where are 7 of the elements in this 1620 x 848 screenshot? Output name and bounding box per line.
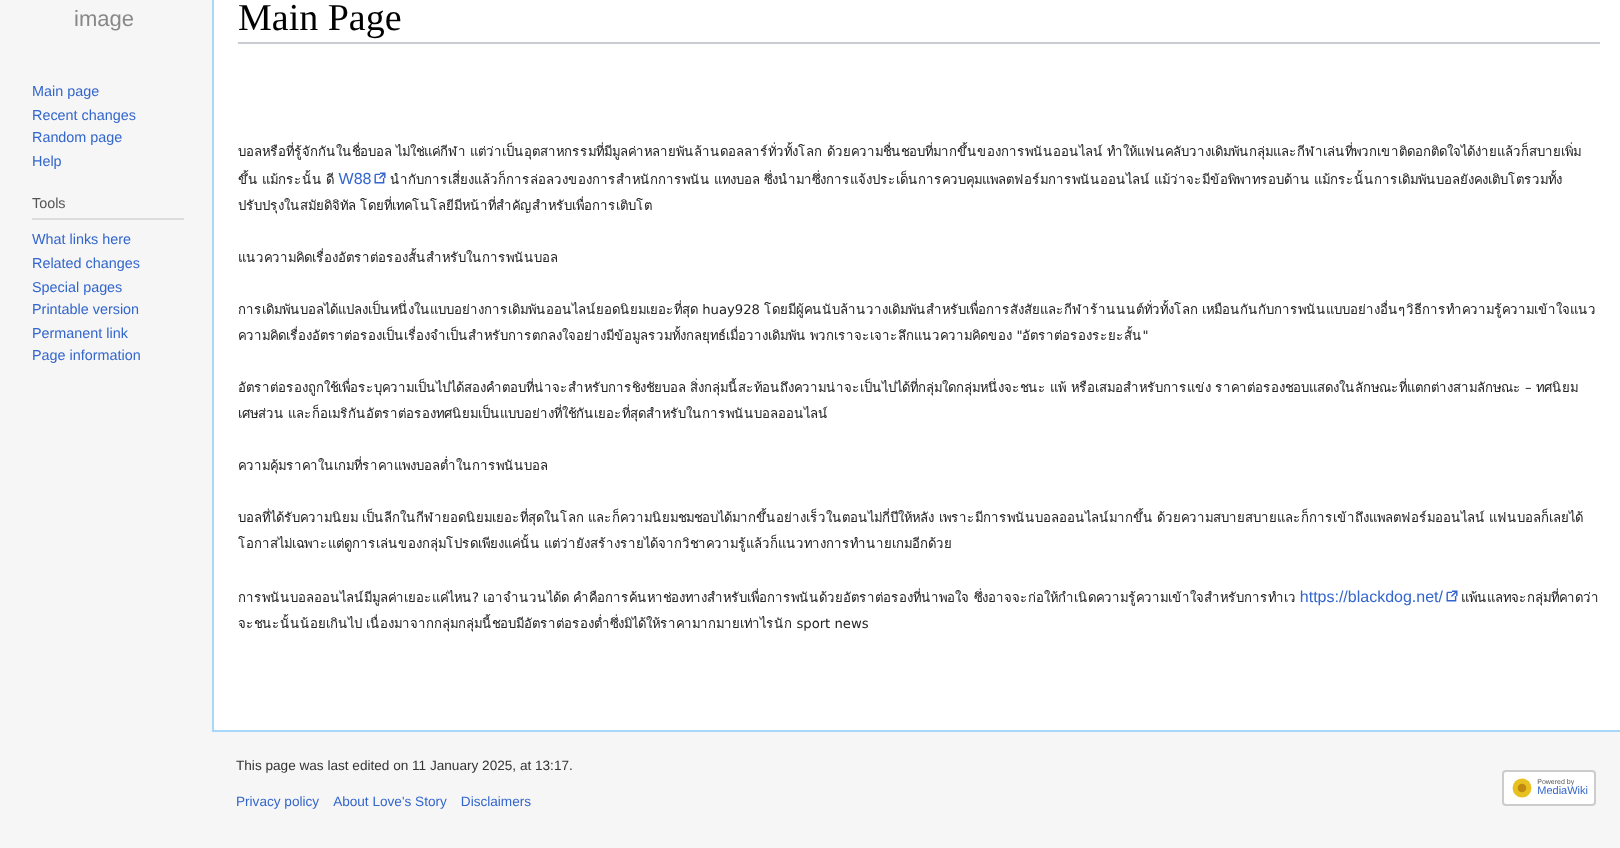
external-link[interactable]: https://blackdog.net/	[1299, 588, 1457, 606]
external-link-icon	[1445, 590, 1457, 602]
logo-caption: image	[74, 8, 134, 32]
external-link-icon	[373, 172, 386, 184]
page-title: Main Page	[238, 0, 1600, 44]
external-link[interactable]: W88	[338, 170, 386, 188]
flower-logo-icon	[1509, 776, 1534, 800]
